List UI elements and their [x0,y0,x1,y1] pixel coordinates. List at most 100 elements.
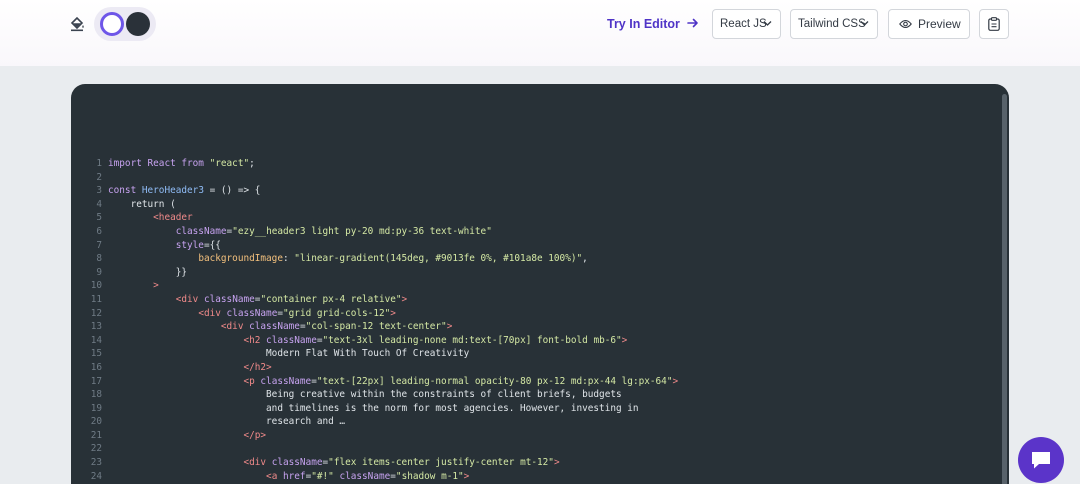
code-text: <header [108,211,193,225]
code-token: "ezy__header3 light py-20 md:py-36 text-… [232,225,492,237]
code-token: > [153,280,159,292]
line-number: 11 [90,293,102,305]
code-token: = () => { [203,185,261,197]
line-number: 10 [90,280,102,292]
code-token: const [108,185,142,197]
line-number: 23 [90,457,102,469]
code-text: Modern Flat With Touch Of Creativity [108,347,469,361]
code-line: 22 [71,442,1001,456]
chat-button[interactable] [1018,437,1064,483]
line-number: 1 [96,158,102,169]
code-text: </p> [108,429,266,443]
code-token: Being creative within the constraints of… [108,389,622,401]
line-number: 2 [96,171,102,183]
code-line: 15 Modern Flat With Touch Of Creativity [71,347,1001,361]
code-token: </h2> [243,361,272,373]
code-text: backgroundImage: "linear-gradient(145deg… [108,252,588,266]
code-token: className [203,293,255,305]
code-token: href [282,470,306,482]
line-number: 19 [90,402,102,414]
code-token: backgroundImage [198,253,283,265]
code-text: const HeroHeader3 = () => { [108,184,260,198]
preview-button[interactable]: Preview [888,9,970,39]
code-token: import React from [108,158,210,169]
code-token: : [282,253,295,265]
chevron-down-icon [763,21,772,26]
line-number: 4 [96,198,102,210]
code-token: </p> [243,429,267,441]
code-text: style={{ [108,239,221,253]
code-token: > [446,321,453,333]
code-line: 16 </h2> [71,361,1001,375]
code-panel: 1 import React from "react"; 2 3 const HeroH… [71,84,1009,484]
code-token: className [175,225,227,237]
line-number: 9 [96,266,102,278]
code-token: > [672,375,679,387]
code-text: > [108,279,159,293]
line-number: 8 [96,253,102,265]
code-token: "react" [209,158,250,169]
code-line: 3 const HeroHeader3 = () => { [71,184,1001,198]
code-line: 19 and timelines is the norm for most ag… [71,402,1001,416]
code-text: <h2 className="text-3xl leading-none md:… [108,334,627,348]
code-line: 6 className="ezy__header3 light py-20 md… [71,225,1001,239]
code-token: , [582,253,588,265]
code-token: "text-[22px] leading-normal opacity-80 p… [316,375,673,387]
chevron-down-icon [860,21,869,26]
light-theme-swatch[interactable] [100,12,124,36]
code-text: <div className="grid grid-cols-12"> [108,307,396,321]
code-token: "text-3xl leading-none md:text-[70px] fo… [322,334,622,346]
code-line: 17 <p className="text-[22px] leading-nor… [71,375,1001,389]
line-number: 24 [90,470,102,482]
code-token: "#!" [311,470,334,482]
code-token: and timelines is the norm for most agenc… [108,402,639,414]
code-token: className [339,470,391,482]
try-in-editor-link[interactable]: Try In Editor [607,16,699,32]
code-token: Modern Flat With Touch Of Creativity [108,348,470,360]
code-token: "flex items-center justify-center mt-12" [328,457,554,469]
code-line: 4 return ( [71,198,1001,212]
code-token: className [226,307,278,319]
code-token: <div [220,321,250,333]
line-number: 17 [90,375,102,387]
code-line: 23 <div className="flex items-center jus… [71,456,1001,470]
eye-icon [899,19,912,29]
code-scrollbar[interactable] [1002,94,1007,484]
code-token: <header [153,212,193,224]
code-line: 10 > [71,279,1001,293]
code-token: HeroHeader3 [141,185,204,197]
code-token: <h2 [243,334,267,346]
code-text: Being creative within the constraints of… [108,388,622,402]
try-in-editor-label: Try In Editor [607,17,680,31]
copy-code-button[interactable] [979,9,1009,39]
code-text: research and … [108,415,345,429]
code-text: <div className="container px-4 relative"… [108,293,407,307]
line-number: 16 [90,361,102,373]
dark-theme-swatch[interactable] [126,12,150,36]
code-text: <div className="flex items-center justif… [108,456,559,470]
code-text: and timelines is the norm for most agenc… [108,402,639,416]
code-token: return ( [108,198,176,210]
code-token: "container px-4 relative" [260,293,402,305]
code-text: import React from "react"; [108,157,255,171]
line-number: 21 [90,429,102,441]
framework-select[interactable]: React JS [712,9,781,39]
code-text: <p className="text-[22px] leading-normal… [108,375,678,389]
code-text: <div className="col-span-12 text-center"… [108,320,452,334]
code-token: <div [243,457,272,469]
line-number: 20 [90,416,102,428]
paint-bucket-icon[interactable] [68,14,86,32]
code-token: > [401,293,408,305]
css-framework-select[interactable]: Tailwind CSS [790,9,878,39]
code-token: <div [175,293,204,305]
preview-label: Preview [918,17,961,31]
line-number: 5 [96,212,102,224]
code-line: 14 <h2 className="text-3xl leading-none … [71,334,1001,348]
code-token: <p [243,375,261,387]
